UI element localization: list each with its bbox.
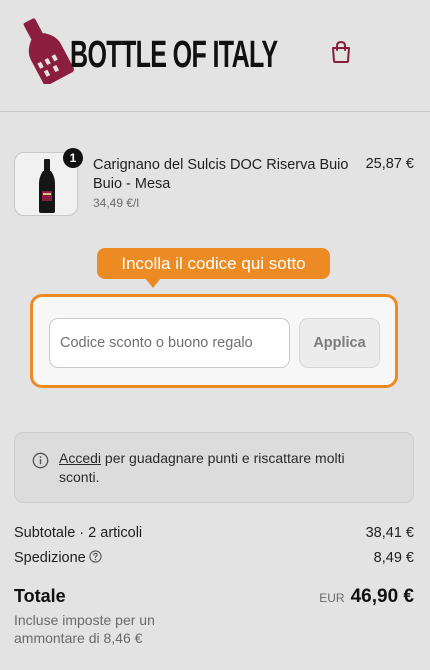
currency-code: EUR: [319, 591, 345, 605]
product-unit-price: 34,49 €/l: [93, 196, 140, 210]
help-icon[interactable]: [89, 550, 102, 563]
subtotal-value: 38,41 €: [365, 525, 414, 541]
discount-code-input[interactable]: [49, 318, 290, 368]
total-label: Totale: [14, 586, 66, 606]
total-value: 46,90 €: [350, 586, 414, 607]
subtotal-label: Subtotale · 2 articoli: [14, 525, 143, 541]
product-name: Carignano del Sulcis DOC Riserva Buio Bu…: [93, 157, 349, 192]
shopping-bag-icon[interactable]: [330, 40, 352, 64]
brand-name: BOTTLE OF ITALY: [70, 34, 278, 76]
shipping-label: Spedizione: [14, 550, 86, 566]
shipping-value: 8,49 €: [373, 550, 414, 566]
tax-note: Incluse imposte per un ammontare di 8,46…: [14, 612, 155, 646]
apply-discount-button[interactable]: Applica: [299, 318, 380, 368]
cart-item: 1 Carignano del Sulcis DOC Riserva Buio …: [14, 148, 416, 222]
info-icon: [32, 452, 49, 469]
login-link[interactable]: Accedi: [59, 450, 101, 466]
discount-code-section: Applica: [30, 294, 398, 388]
loyalty-message: per guadagnare punti e riscattare molti …: [59, 450, 345, 485]
quantity-badge: 1: [63, 148, 83, 168]
loyalty-banner: Accedi per guadagnare punti e riscattare…: [14, 432, 414, 503]
site-header: BOTTLE OF ITALY: [0, 0, 430, 112]
brand-logo[interactable]: BOTTLE OF ITALY: [16, 14, 278, 86]
total-amount: EUR 46,90 €: [319, 586, 414, 608]
callout-pointer: [145, 278, 161, 288]
loyalty-text: Accedi per guadagnare punti e riscattare…: [59, 449, 379, 487]
paste-code-callout: Incolla il codice qui sotto: [97, 248, 330, 279]
wine-bottle-logo-icon: [23, 18, 74, 84]
product-price: 25,87 €: [365, 156, 414, 172]
